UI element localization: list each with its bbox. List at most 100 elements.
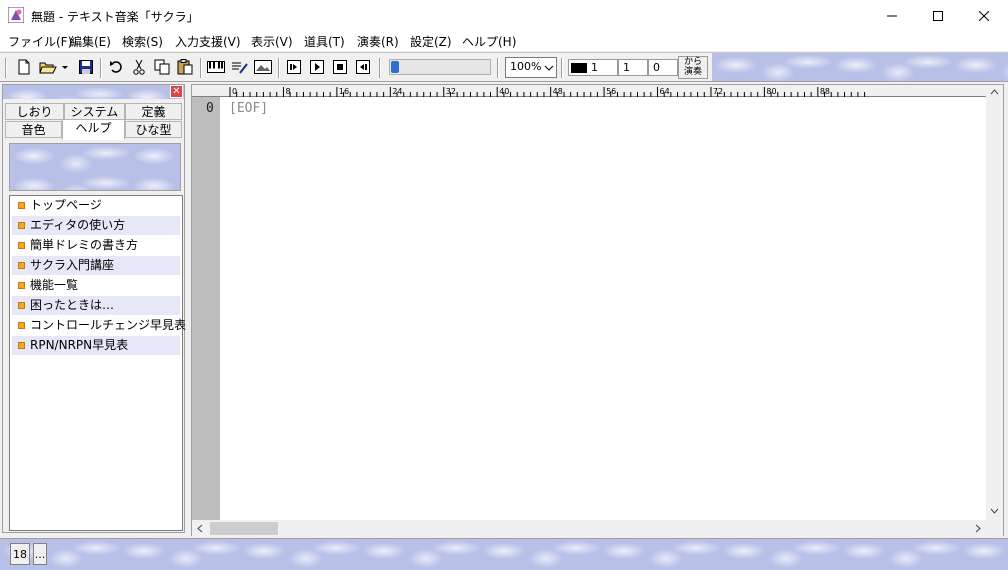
new-file-button[interactable] (14, 57, 34, 77)
new-file-icon (18, 59, 30, 75)
toolbar-separator (497, 58, 499, 78)
play-button[interactable] (307, 57, 327, 77)
help-list[interactable]: トップページ エディタの使い方 簡単ドレミの書き方 サクラ入門講座 機能一覧 困… (9, 195, 186, 531)
slider-thumb[interactable] (391, 61, 399, 73)
status-extra: ... (33, 543, 47, 565)
paste-icon (177, 59, 193, 75)
scroll-corner (986, 520, 1003, 537)
line-number: 0 (206, 101, 214, 116)
menu-help[interactable]: ヘルプ(H) (462, 33, 516, 50)
toolbar-separator (561, 58, 563, 78)
list-item-label: RPN/NRPN早見表 (30, 338, 129, 352)
bullet-icon (18, 322, 25, 329)
bullet-icon (18, 342, 25, 349)
measure-value: 1 (623, 61, 630, 74)
list-item-label: エディタの使い方 (30, 218, 126, 232)
menu-search[interactable]: 検索(S) (122, 33, 163, 50)
horizontal-scrollbar[interactable] (192, 520, 986, 537)
tab-templates[interactable]: ひな型 (125, 121, 182, 138)
list-item-label: コントロールチェンジ早見表 (30, 318, 187, 332)
scroll-down-icon[interactable] (990, 508, 999, 514)
close-button[interactable] (961, 0, 1007, 31)
play-from-button[interactable]: から 演奏 (678, 56, 708, 79)
menu-tools[interactable]: 道具(T) (304, 33, 345, 50)
maximize-button[interactable] (915, 0, 961, 31)
panel-caption (3, 85, 184, 99)
chevron-down-icon (544, 65, 554, 71)
scroll-left-icon[interactable] (197, 524, 203, 533)
step-value: 0 (653, 61, 660, 74)
menu-view[interactable]: 表示(V) (251, 33, 293, 50)
list-item[interactable]: エディタの使い方 (12, 216, 180, 235)
tab-definitions[interactable]: 定義 (125, 103, 182, 120)
toolbar-separator (100, 58, 102, 78)
minimize-button[interactable] (869, 0, 915, 31)
undo-icon (110, 61, 122, 73)
piano-keyboard-icon (207, 61, 225, 73)
status-line: 18 (10, 543, 30, 565)
vertical-scrollbar[interactable] (986, 85, 1003, 520)
open-folder-icon (39, 62, 57, 74)
paste-button[interactable] (175, 57, 195, 77)
list-item[interactable]: 困ったときは… (12, 296, 180, 315)
cut-button[interactable] (129, 57, 149, 77)
list-item-label: トップページ (30, 198, 102, 212)
tab-system[interactable]: システム (64, 103, 125, 120)
bullet-icon (18, 242, 25, 249)
scissors-icon (133, 59, 145, 75)
status-bar: 18 ... (0, 538, 1008, 570)
chevron-down-icon[interactable] (60, 62, 70, 72)
sakura-app-icon[interactable] (7, 6, 25, 24)
picture-button[interactable] (253, 57, 273, 77)
tab-help[interactable]: ヘルプ (62, 119, 125, 140)
undo-button[interactable] (107, 57, 127, 77)
menu-play[interactable]: 演奏(R) (357, 33, 399, 50)
menu-bar: ファイル(F) 編集(E) 検索(S) 入力支援(V) 表示(V) 道具(T) … (0, 31, 1008, 51)
bullet-icon (18, 262, 25, 269)
text-editor[interactable]: 0 8 16 24 32 40 48 56 64 72 80 88 0 [EOF] (191, 84, 1004, 537)
panel-close-button[interactable]: ✕ (170, 85, 183, 98)
zoom-value: 100% (510, 60, 542, 73)
list-item[interactable]: サクラ入門講座 (12, 256, 180, 275)
side-panel: ✕ しおり システム 定義 音色 ヘルプ ひな型 トップページ エディタの使い方… (2, 84, 186, 533)
menu-edit[interactable]: 編集(E) (70, 33, 111, 50)
rewind-button[interactable] (353, 57, 373, 77)
list-item-label: サクラ入門講座 (30, 258, 115, 272)
bullet-icon (18, 222, 25, 229)
zoom-select[interactable]: 100% (505, 57, 557, 78)
scroll-up-icon[interactable] (990, 89, 999, 95)
tab-tones[interactable]: 音色 (5, 121, 62, 138)
tab-bookmarks[interactable]: しおり (5, 103, 64, 120)
track-value: 1 (591, 61, 598, 74)
stop-button[interactable] (330, 57, 350, 77)
scroll-right-icon[interactable] (975, 524, 981, 533)
copy-button[interactable] (152, 57, 172, 77)
play-position-slider[interactable] (389, 59, 491, 75)
play-icon (310, 60, 324, 74)
edit-list-button[interactable] (230, 57, 250, 77)
menu-settings[interactable]: 設定(Z) (410, 33, 452, 50)
list-item[interactable]: RPN/NRPN早見表 (12, 336, 180, 355)
keyboard-button[interactable] (206, 57, 226, 77)
horizontal-scroll-thumb[interactable] (210, 522, 278, 535)
list-item-label: 簡単ドレミの書き方 (30, 238, 139, 252)
open-file-button[interactable] (38, 57, 58, 77)
list-item[interactable]: トップページ (12, 196, 180, 215)
step-field[interactable]: 0 (648, 59, 678, 76)
menu-input-assist[interactable]: 入力支援(V) (175, 33, 241, 50)
ruler-ticks: 0 8 16 24 32 40 48 56 64 72 80 88 (229, 87, 866, 97)
save-button[interactable] (76, 57, 96, 77)
list-item[interactable]: コントロールチェンジ早見表 (12, 316, 186, 335)
play-from-cursor-button[interactable] (284, 57, 304, 77)
toolbar-background-art (712, 53, 1008, 81)
menu-file[interactable]: ファイル(F) (8, 33, 72, 50)
title-bar: 無題 - テキスト音楽「サクラ」 (0, 0, 1008, 31)
bullet-icon (18, 202, 25, 209)
pencil-list-icon (232, 62, 248, 74)
track-field[interactable]: 1 (568, 59, 618, 76)
measure-field[interactable]: 1 (618, 59, 648, 76)
line-number-gutter (192, 97, 220, 520)
list-item[interactable]: 機能一覧 (12, 276, 180, 295)
eof-marker[interactable]: [EOF] (229, 101, 268, 116)
list-item[interactable]: 簡単ドレミの書き方 (12, 236, 180, 255)
